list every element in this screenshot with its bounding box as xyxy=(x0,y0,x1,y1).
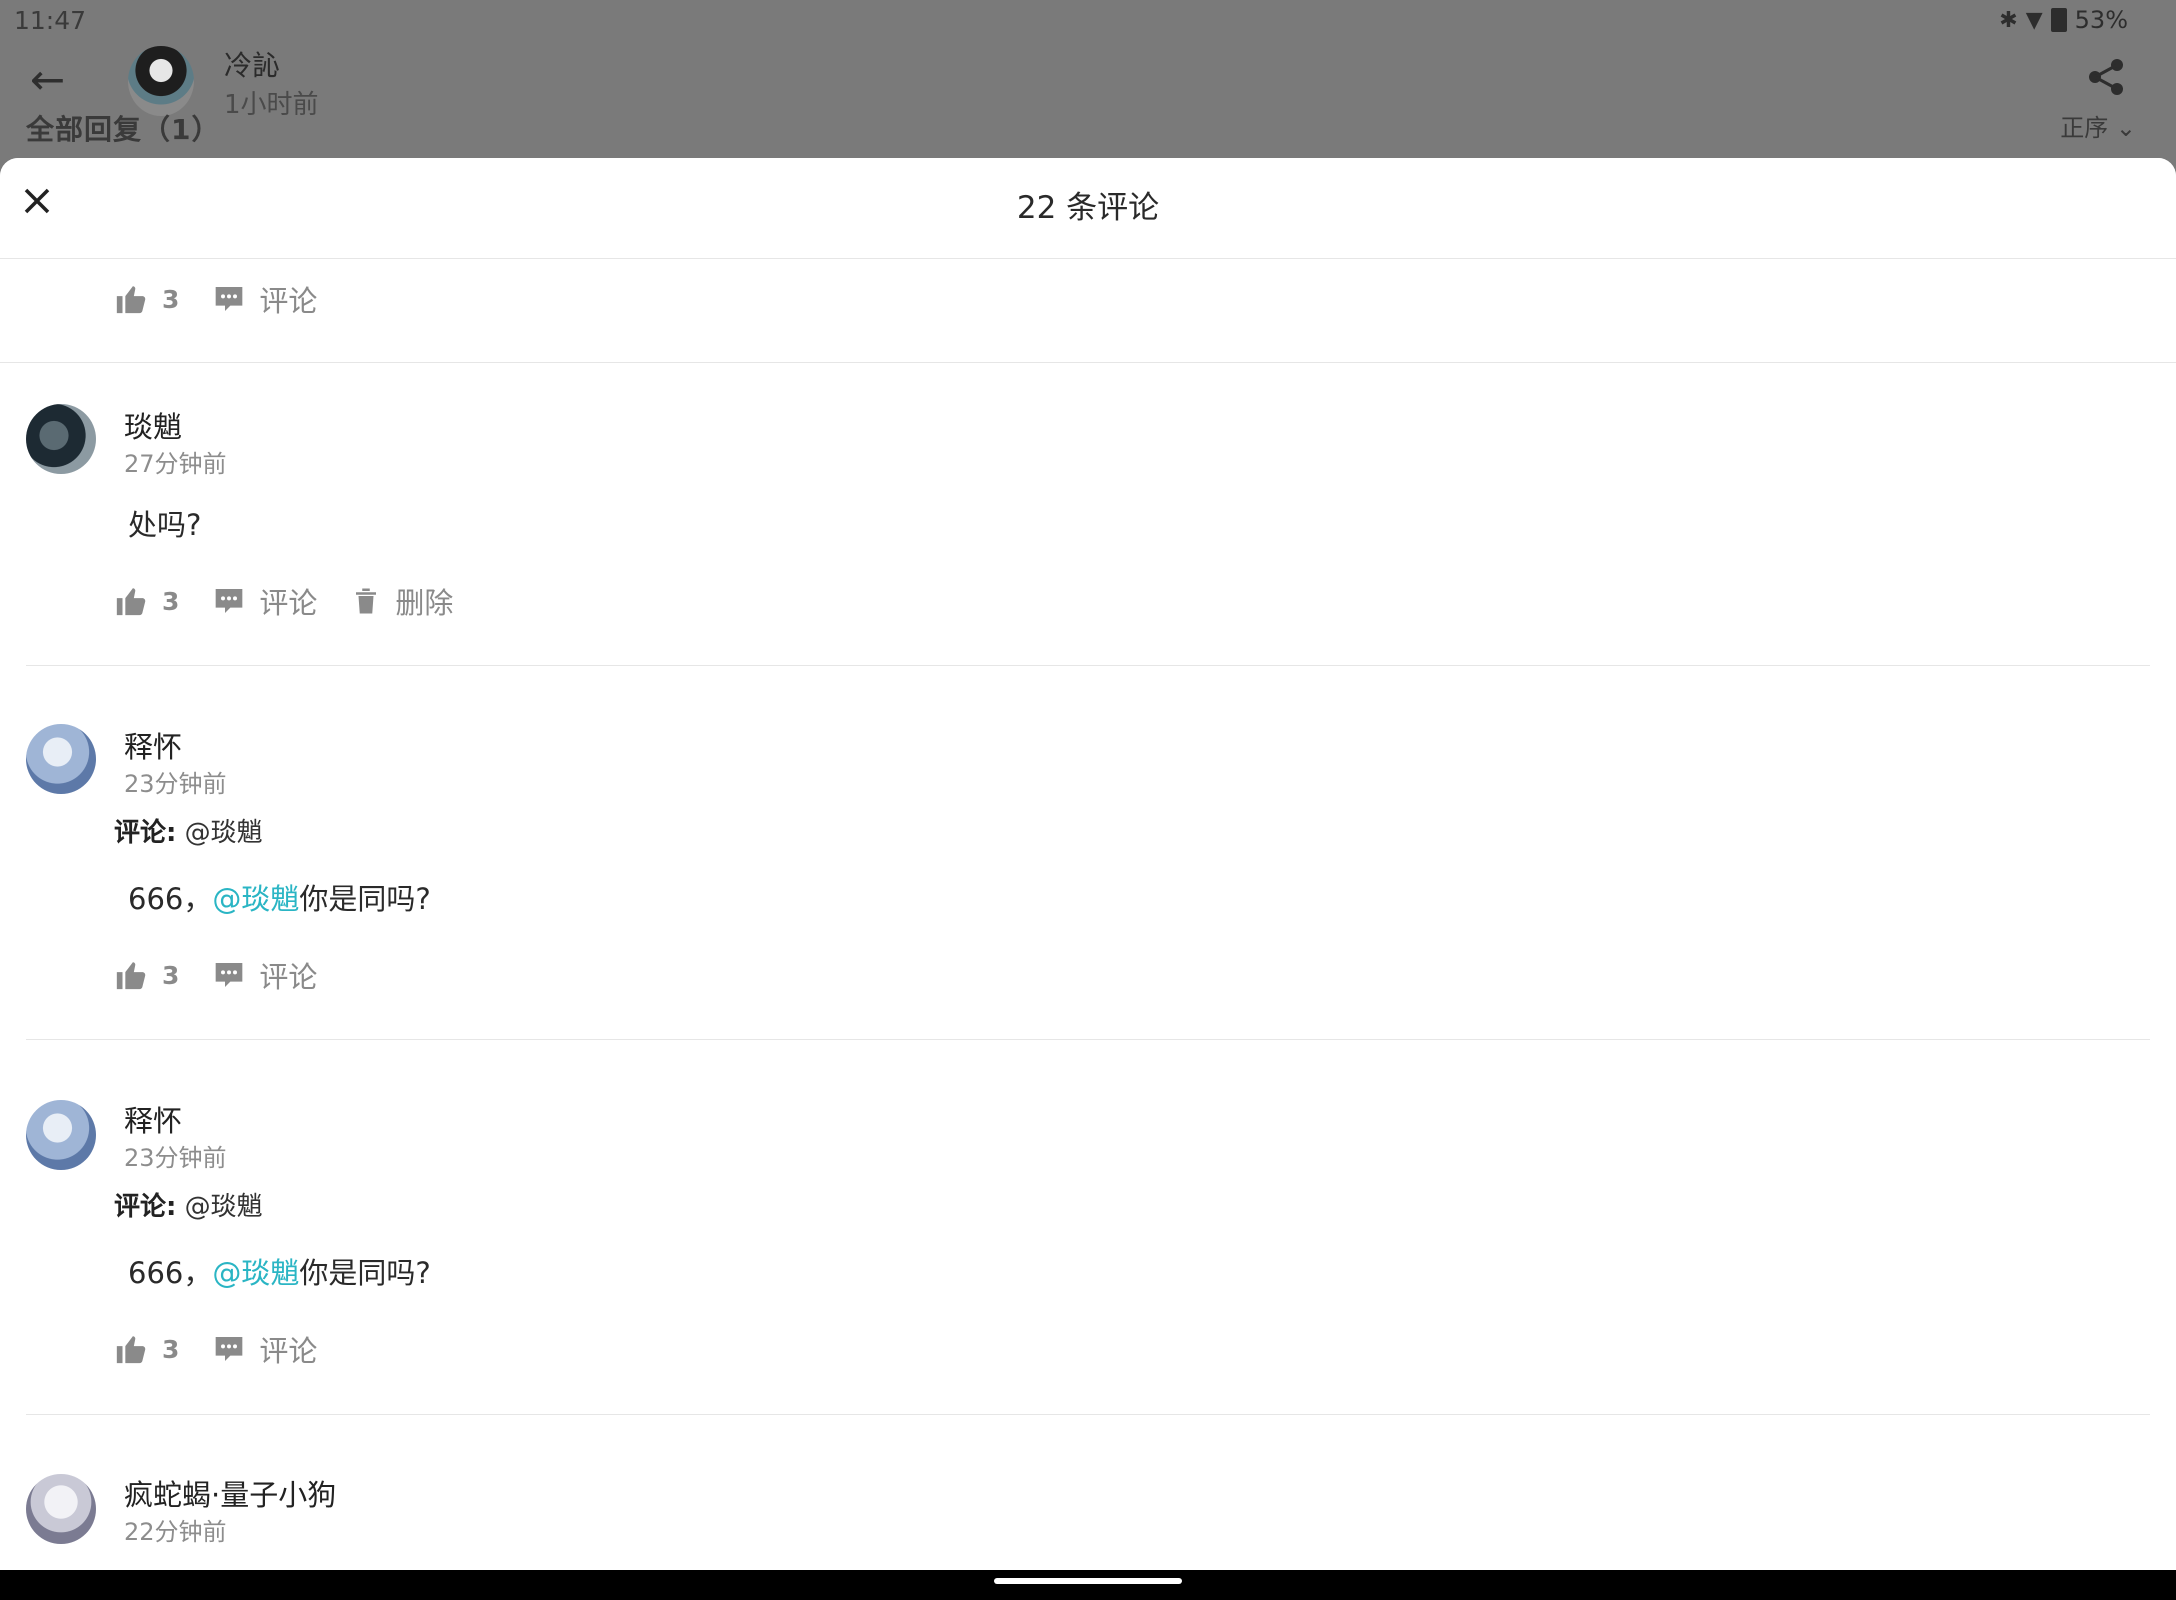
avatar[interactable] xyxy=(26,404,96,474)
comment-label: 评论 xyxy=(259,586,318,620)
comment-time: 22分钟前 xyxy=(124,1518,227,1546)
reply-target[interactable]: @琰魈 xyxy=(185,818,263,848)
reply-target[interactable]: @琰魈 xyxy=(185,1192,263,1222)
comment-body: 666，@琰魈你是同吗? xyxy=(128,876,431,918)
like-button[interactable]: 3 xyxy=(114,958,179,992)
delete-button[interactable]: 删除 xyxy=(351,580,453,622)
chat-bubble-icon xyxy=(216,1337,243,1361)
reply-to: 评论: @琰魈 xyxy=(114,1186,263,1223)
like-count: 3 xyxy=(162,1334,180,1364)
all-replies-label: 全部回复（1） xyxy=(26,113,221,146)
post-time: 1小时前 xyxy=(224,90,319,120)
sheet-title: 22 条评论 xyxy=(1016,190,1160,226)
comment-button[interactable]: 评论 xyxy=(213,954,317,996)
chat-bubble-icon xyxy=(216,287,243,311)
like-button[interactable]: 3 xyxy=(114,1332,179,1366)
comment-button[interactable]: 评论 xyxy=(213,278,317,320)
comment-time: 23分钟前 xyxy=(124,770,227,798)
comment-label: 评论 xyxy=(259,284,318,318)
like-button[interactable]: 3 xyxy=(114,584,179,618)
comment-body-prefix: 666， xyxy=(128,1256,213,1290)
avatar[interactable] xyxy=(26,1100,96,1170)
trash-icon xyxy=(356,588,377,614)
comment-author[interactable]: 疯蛇蝎·量子小狗 xyxy=(124,1472,336,1514)
thumbs-up-icon xyxy=(116,962,146,990)
thumbs-up-icon xyxy=(116,286,146,314)
comment-body-prefix: 666， xyxy=(128,882,213,916)
chat-bubble-icon xyxy=(216,963,243,987)
dimmed-background xyxy=(0,0,2176,158)
comment-actions: 3 评论 xyxy=(114,1328,351,1370)
comment-body-suffix: 你是同吗? xyxy=(299,882,431,916)
mention-link[interactable]: @琰魈 xyxy=(212,1256,299,1290)
sheet-header: 22 条评论 xyxy=(0,158,2176,259)
battery-icon xyxy=(2050,8,2067,32)
thumbs-up-icon xyxy=(116,1336,146,1364)
reply-to: 评论: @琰魈 xyxy=(114,812,263,849)
comment-body-suffix: 你是同吗? xyxy=(299,1256,431,1290)
comment-author[interactable]: 释怀 xyxy=(124,1098,182,1140)
reply-label: 评论: xyxy=(114,1192,177,1222)
comment-label: 评论 xyxy=(259,1334,318,1368)
share-icon[interactable] xyxy=(2088,58,2124,100)
post-author-avatar[interactable] xyxy=(128,46,194,116)
bluetooth-icon: ✱ xyxy=(1999,7,2018,33)
navigation-bar xyxy=(0,1570,2176,1600)
comment-body: 666，@琰魈你是同吗? xyxy=(128,1250,431,1292)
comment-actions: 3 评论 xyxy=(114,954,351,996)
arrow-left-icon[interactable]: ← xyxy=(30,59,65,101)
status-icons: ✱ ▼ 53% xyxy=(1999,6,2128,34)
like-count: 3 xyxy=(162,284,180,314)
mention-link[interactable]: @琰魈 xyxy=(212,882,299,916)
thumbs-up-icon xyxy=(116,588,146,616)
comment-author[interactable]: 释怀 xyxy=(124,724,182,766)
sort-order-text: 正序 xyxy=(2060,114,2109,142)
home-indicator[interactable] xyxy=(994,1578,1182,1584)
divider xyxy=(26,665,2150,666)
reply-label: 评论: xyxy=(114,818,177,848)
divider xyxy=(26,1414,2150,1415)
comment-actions: 3 评论 xyxy=(114,278,351,320)
divider xyxy=(26,1039,2150,1040)
comment-author[interactable]: 琰魈 xyxy=(124,404,182,446)
divider xyxy=(0,362,2176,363)
avatar[interactable] xyxy=(26,724,96,794)
like-count: 3 xyxy=(162,586,180,616)
wifi-icon: ▼ xyxy=(2025,7,2043,33)
post-author-name[interactable]: 冷訫 xyxy=(224,44,280,84)
comment-time: 27分钟前 xyxy=(124,450,227,478)
status-time: 11:47 xyxy=(14,6,87,35)
like-count: 3 xyxy=(162,960,180,990)
comment-button[interactable]: 评论 xyxy=(213,1328,317,1370)
comment-body: 处吗? xyxy=(128,508,202,542)
delete-label: 删除 xyxy=(395,586,454,620)
sort-order-label[interactable]: 正序 ⌄ xyxy=(2060,108,2136,143)
like-button[interactable]: 3 xyxy=(114,282,179,316)
comment-label: 评论 xyxy=(259,960,318,994)
comment-time: 23分钟前 xyxy=(124,1144,227,1172)
comment-actions: 3 评论 删除 xyxy=(114,580,487,622)
battery-level: 53% xyxy=(2074,6,2128,34)
comments-sheet: 22 条评论 3 评论 琰魈 27分钟前 处吗? 3 评论 删除 释怀 23分钟… xyxy=(0,158,2176,1570)
chat-bubble-icon xyxy=(216,589,243,613)
avatar[interactable] xyxy=(26,1474,96,1544)
comment-button[interactable]: 评论 xyxy=(213,580,317,622)
